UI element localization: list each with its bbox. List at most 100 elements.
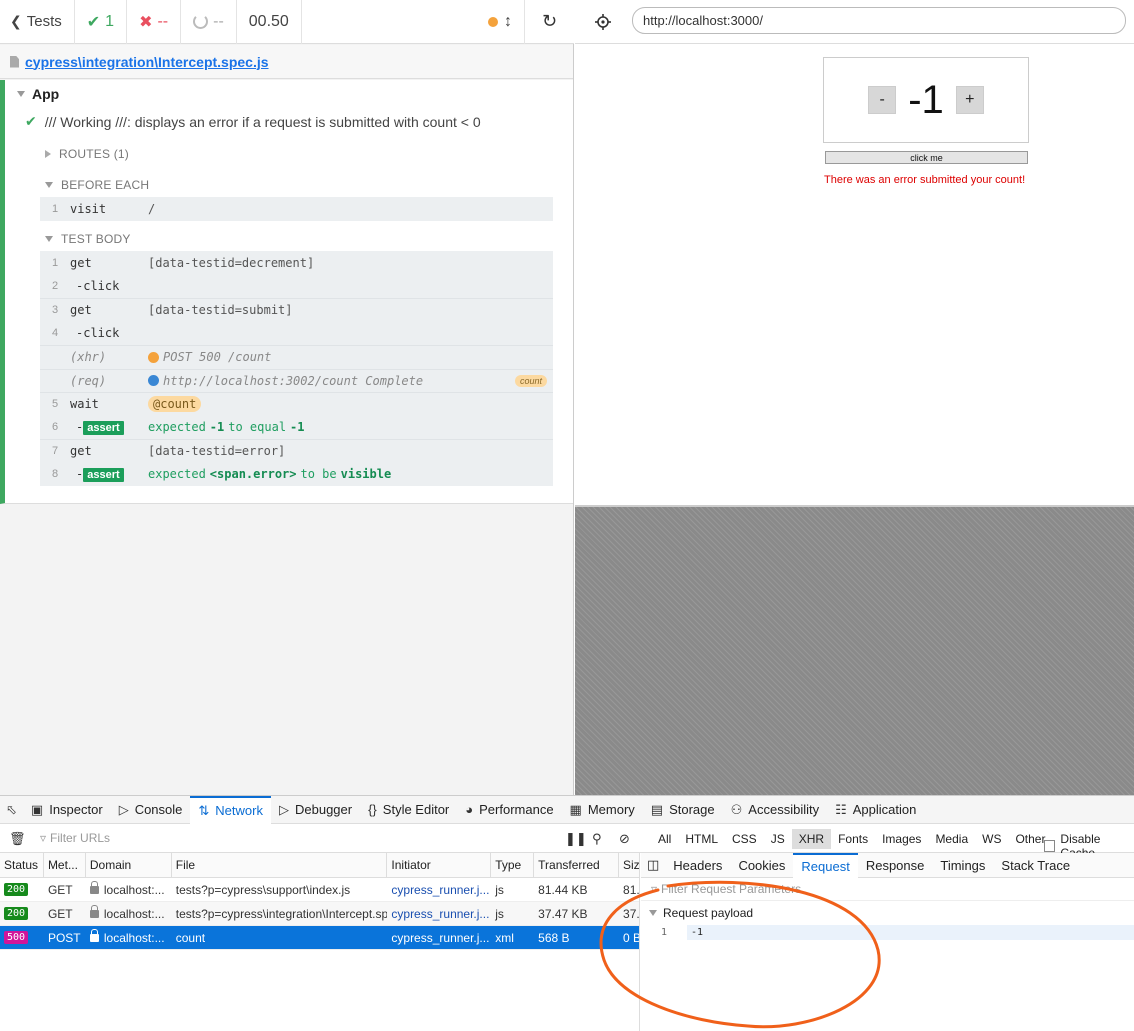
table-row-selected[interactable]: 500 POST localhost:... count cypress_run… — [0, 926, 639, 950]
type-filter-fonts[interactable]: Fonts — [831, 829, 875, 849]
search-icon[interactable]: ⚲ — [592, 831, 602, 847]
reload-icon: ↻ — [541, 11, 558, 31]
tab-network[interactable]: ⇅ Network — [190, 795, 271, 824]
col-method[interactable]: Met... — [44, 853, 86, 877]
col-status[interactable]: Status — [0, 853, 44, 877]
filter-urls-input[interactable]: ▿ Filter URLs — [40, 831, 110, 845]
network-arrows-icon: ⇅ — [198, 802, 210, 818]
braces-icon: {} — [368, 802, 377, 817]
url-bar[interactable]: http://localhost:3000/ — [632, 7, 1126, 34]
request-table: Status Met... Domain File Initiator Type… — [0, 853, 640, 1031]
type-filter-media[interactable]: Media — [928, 829, 975, 849]
status-badge: 200 — [4, 907, 29, 920]
before-each-hook[interactable]: BEFORE EACH — [45, 178, 149, 192]
tab-inspector[interactable]: ▣ Inspector — [23, 796, 111, 824]
pending-count[interactable]: -- — [181, 0, 237, 44]
selector-playground-crosshair-icon[interactable] — [595, 13, 611, 30]
type-filter-css[interactable]: CSS — [725, 829, 764, 849]
tests-back-button[interactable]: ❮ Tests — [0, 0, 75, 44]
tab-storage[interactable]: ▤ Storage — [643, 796, 723, 824]
assert-row[interactable]: 6 - assert expected -1 to equal -1 — [40, 416, 553, 440]
command-row[interactable]: 5 wait @count — [40, 392, 553, 416]
gauge-icon: ◕ — [465, 802, 474, 817]
type-filter-ws[interactable]: WS — [975, 829, 1008, 849]
command-row[interactable]: 1 get [data-testid=decrement] — [40, 251, 553, 275]
command-row[interactable]: 3 get [data-testid=submit] — [40, 298, 553, 322]
command-row[interactable]: 2 -click — [40, 275, 553, 299]
duration: 00.50 — [237, 0, 302, 44]
lock-icon — [89, 904, 99, 918]
type-filters: All HTML CSS JS XHR Fonts Images Media W… — [651, 825, 1052, 853]
debugger-icon: ▷ — [278, 801, 289, 817]
table-row[interactable]: 200 GET localhost:... tests?p=cypress\su… — [0, 878, 639, 902]
trash-icon[interactable]: 🗑 — [9, 831, 26, 847]
tab-accessibility[interactable]: ⚇ Accessibility — [723, 796, 827, 824]
reload-button[interactable]: ↻ — [524, 0, 574, 44]
command-row[interactable]: 7 get [data-testid=error] — [40, 439, 553, 463]
aut-background — [575, 507, 1134, 795]
network-toolbar: 🗑 ▿ Filter URLs ❚❚ ⚲ ⊘ All HTML CSS JS X… — [0, 825, 1134, 860]
col-transferred[interactable]: Transferred — [534, 853, 620, 877]
alias-tag: count — [514, 374, 547, 387]
increment-button[interactable]: + — [955, 86, 984, 114]
col-domain[interactable]: Domain — [86, 853, 172, 877]
auto-scroll-toggle[interactable]: ↕ — [476, 0, 524, 44]
pause-icon[interactable]: ❚❚ — [565, 831, 587, 847]
console-icon: ▷ — [118, 801, 129, 817]
toggle-sidebar-icon[interactable]: ◫ — [641, 853, 665, 878]
grid-icon: ☷ — [835, 801, 847, 817]
type-filter-xhr[interactable]: XHR — [791, 829, 832, 849]
col-size[interactable]: Siz — [619, 853, 639, 877]
pick-element-button[interactable]: ⬁ — [0, 796, 23, 824]
table-row[interactable]: 200 GET localhost:... tests?p=cypress\in… — [0, 902, 639, 926]
req-command-row[interactable]: (req) http://localhost:3002/count Comple… — [40, 368, 553, 393]
assert-row[interactable]: 8 - assert expected <span.error> to be vi… — [40, 463, 553, 487]
command-row[interactable]: 1 visit / — [40, 197, 553, 221]
aut-iframe: - -1 + click me There was an error submi… — [575, 45, 1134, 507]
type-filter-images[interactable]: Images — [875, 829, 928, 849]
type-filter-all[interactable]: All — [651, 829, 678, 849]
type-filter-html[interactable]: HTML — [678, 829, 725, 849]
tab-performance[interactable]: ◕ Performance — [457, 796, 561, 824]
storage-icon: ▤ — [650, 801, 664, 817]
tab-stack-trace[interactable]: Stack Trace — [993, 853, 1078, 878]
submit-button[interactable]: click me — [825, 151, 1028, 164]
decrement-button[interactable]: - — [868, 86, 897, 114]
spec-file-link[interactable]: cypress\integration\Intercept.spec.js — [25, 54, 269, 70]
failed-count[interactable]: ✖ -- — [127, 0, 182, 44]
tab-application[interactable]: ☷ Application — [827, 796, 924, 824]
tab-request[interactable]: Request — [793, 852, 858, 878]
block-icon[interactable]: ⊘ — [619, 831, 630, 847]
tab-headers[interactable]: Headers — [665, 853, 730, 878]
tests-label: Tests — [26, 13, 62, 30]
tab-console[interactable]: ▷ Console — [111, 796, 191, 824]
expand-icon — [45, 150, 51, 158]
check-icon: ✔ — [25, 113, 37, 129]
xhr-command-row[interactable]: (xhr) POST 500 /count — [40, 345, 553, 369]
tab-style-editor[interactable]: {} Style Editor — [360, 796, 457, 824]
test-body-hook[interactable]: TEST BODY — [45, 232, 131, 246]
runnable-panel: App ✔ /// Working ///: displays an error… — [0, 80, 573, 504]
aut-header: http://localhost:3000/ — [575, 0, 1134, 44]
tab-debugger[interactable]: ▷ Debugger — [271, 796, 360, 824]
funnel-icon: ▿ — [40, 831, 47, 845]
col-file[interactable]: File — [172, 853, 388, 877]
tab-memory[interactable]: ▦ Memory — [562, 796, 643, 824]
col-initiator[interactable]: Initiator — [387, 853, 492, 877]
table-header: Status Met... Domain File Initiator Type… — [0, 853, 639, 878]
command-row[interactable]: 4 -click — [40, 322, 553, 346]
annotation-circle — [599, 880, 881, 1029]
test-title[interactable]: ✔ /// Working ///: displays an error if … — [25, 113, 481, 130]
tab-response[interactable]: Response — [858, 853, 933, 878]
passed-count[interactable]: ✔ 1 — [75, 0, 128, 44]
tab-timings[interactable]: Timings — [932, 853, 993, 878]
col-type[interactable]: Type — [491, 853, 535, 877]
routes-toggle[interactable]: ROUTES (1) — [45, 147, 129, 161]
suite-title[interactable]: App — [17, 86, 59, 102]
tab-cookies[interactable]: Cookies — [730, 853, 793, 878]
type-filter-js[interactable]: JS — [764, 829, 792, 849]
counter-widget: - -1 + — [823, 57, 1029, 143]
lock-icon — [89, 928, 99, 942]
devtools-panel: ⬁ ▣ Inspector ▷ Console ⇅ Network ▷ Debu… — [0, 795, 1134, 1031]
pending-circle-icon — [193, 14, 209, 29]
